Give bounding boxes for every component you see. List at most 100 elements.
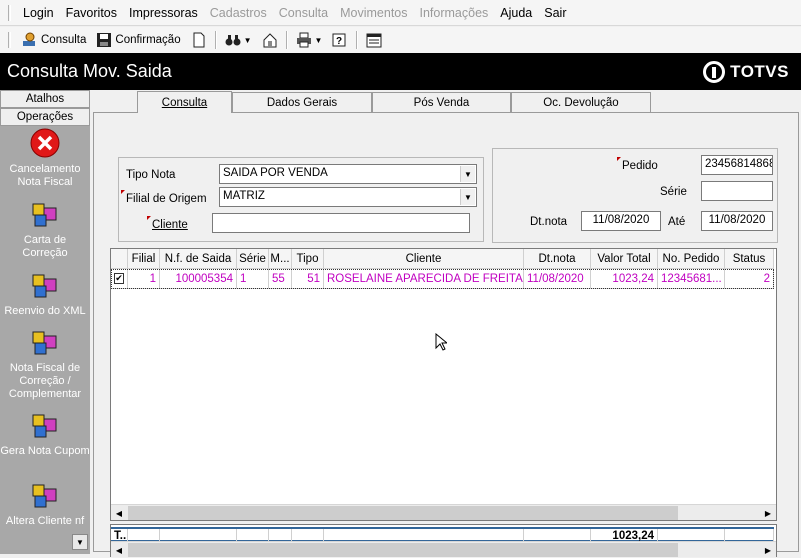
column-header-select[interactable] bbox=[111, 249, 128, 269]
sidebar-item-reenvio-xml[interactable]: Reenvio do XML bbox=[0, 269, 90, 326]
menu-movimentos[interactable]: Movimentos bbox=[334, 6, 413, 20]
column-header-m[interactable]: M... bbox=[269, 249, 292, 269]
menu-ajuda[interactable]: Ajuda bbox=[494, 6, 538, 20]
scroll-left-icon[interactable]: ◀ bbox=[111, 542, 127, 558]
main-area: Consulta Dados Gerais Pós Venda Oc. Devo… bbox=[93, 91, 801, 557]
calendar-icon bbox=[366, 32, 382, 48]
menu-grip bbox=[8, 4, 11, 21]
totvs-logo-icon bbox=[703, 60, 726, 83]
cliente-label: Cliente bbox=[147, 216, 188, 231]
puzzle-icon bbox=[29, 326, 61, 358]
confirmacao-label: Confirmação bbox=[115, 34, 181, 46]
grid-horizontal-scrollbar[interactable]: ◀ ▶ bbox=[111, 504, 776, 520]
help-icon: ? bbox=[332, 32, 348, 48]
tab-consulta[interactable]: Consulta bbox=[137, 91, 232, 113]
totvs-logo-text: TOTVS bbox=[730, 61, 789, 81]
cell-valor-total: 1023,24 bbox=[591, 269, 658, 289]
puzzle-icon bbox=[29, 269, 61, 301]
grid-header-row: Filial N.f. de Saida Série M... Tipo Cli… bbox=[111, 249, 774, 269]
confirmacao-button[interactable]: Confirmação bbox=[91, 29, 185, 51]
window-titlebar: Consulta Mov. Saida TOTVS bbox=[0, 53, 801, 90]
export-icon bbox=[262, 32, 278, 48]
sidebar-item-nota-correcao[interactable]: Nota Fiscal de Correção / Complementar bbox=[0, 326, 90, 409]
menu-favoritos[interactable]: Favoritos bbox=[60, 6, 123, 20]
column-header-no-pedido[interactable]: No. Pedido bbox=[658, 249, 725, 269]
operations-list: Cancelamento Nota Fiscal Carta de Correç… bbox=[0, 127, 90, 527]
menu-sair[interactable]: Sair bbox=[538, 6, 572, 20]
export-button[interactable] bbox=[257, 29, 283, 51]
menu-login[interactable]: Login bbox=[17, 6, 60, 20]
menu-consulta[interactable]: Consulta bbox=[273, 6, 334, 20]
binoculars-icon bbox=[225, 32, 241, 48]
cell-no-pedido: 12345681... bbox=[658, 269, 725, 289]
column-header-serie[interactable]: Série bbox=[237, 249, 269, 269]
puzzle-icon bbox=[29, 409, 61, 441]
column-header-valor-total[interactable]: Valor Total bbox=[591, 249, 658, 269]
sidebar-item-label: Reenvio do XML bbox=[4, 305, 86, 317]
column-header-nf-saida[interactable]: N.f. de Saida bbox=[160, 249, 237, 269]
cell-status: 2 bbox=[725, 269, 774, 289]
scroll-left-icon[interactable]: ◀ bbox=[111, 505, 127, 521]
dtnota-label: Dt.nota bbox=[530, 216, 568, 228]
scroll-right-icon[interactable]: ▶ bbox=[760, 505, 776, 521]
sidebar-item-carta-correcao[interactable]: Carta de Correção bbox=[0, 198, 90, 269]
chevron-down-icon: ▼ bbox=[314, 35, 323, 45]
sidebar-item-altera-cliente[interactable]: Altera Cliente nf bbox=[0, 479, 90, 527]
column-header-cliente[interactable]: Cliente bbox=[324, 249, 524, 269]
consulta-button[interactable]: Consulta bbox=[17, 29, 91, 51]
cell-nf-saida: 100005354 bbox=[160, 269, 237, 289]
column-header-tipo[interactable]: Tipo bbox=[292, 249, 324, 269]
cancel-icon bbox=[29, 127, 61, 159]
toolbar-separator bbox=[356, 31, 359, 49]
sidebar-item-label: Cancelamento Nota Fiscal bbox=[9, 163, 81, 188]
scroll-right-icon[interactable]: ▶ bbox=[760, 542, 776, 558]
dtnota-from-field[interactable]: 11/08/2020 bbox=[581, 211, 661, 231]
cell-cliente: ROSELAINE APARECIDA DE FREITAS bbox=[324, 269, 524, 289]
chevron-down-icon[interactable]: ▼ bbox=[460, 189, 475, 205]
dtnota-to-field[interactable]: 11/08/2020 bbox=[701, 211, 773, 231]
cliente-field[interactable] bbox=[212, 213, 470, 233]
find-button[interactable]: ▼ bbox=[220, 29, 257, 51]
menu-informacoes[interactable]: Informações bbox=[414, 6, 495, 20]
serie-field[interactable] bbox=[701, 181, 773, 201]
cell-tipo: 51 bbox=[292, 269, 324, 289]
column-header-dtnota[interactable]: Dt.nota bbox=[524, 249, 591, 269]
operacoes-header[interactable]: Operações bbox=[0, 108, 90, 126]
toolbar-separator bbox=[214, 31, 217, 49]
help-button[interactable]: ? bbox=[327, 29, 353, 51]
sidebar-item-cancelamento[interactable]: Cancelamento Nota Fiscal bbox=[0, 127, 90, 198]
tab-pos-venda[interactable]: Pós Venda bbox=[372, 92, 511, 112]
menu-cadastros[interactable]: Cadastros bbox=[204, 6, 273, 20]
totvs-logo: TOTVS bbox=[703, 60, 789, 83]
tipo-nota-label: Tipo Nota bbox=[126, 169, 176, 181]
totals-horizontal-scrollbar[interactable]: ◀ ▶ bbox=[111, 541, 776, 557]
scrollbar-thumb[interactable] bbox=[128, 506, 678, 520]
filial-origem-select[interactable]: MATRIZ ▼ bbox=[219, 187, 477, 207]
pedido-field[interactable]: 23456814868 bbox=[701, 155, 773, 175]
row-checkbox[interactable]: ✔ bbox=[111, 269, 128, 289]
tab-strip: Consulta Dados Gerais Pós Venda Oc. Devo… bbox=[93, 91, 801, 113]
menu-impressoras[interactable]: Impressoras bbox=[123, 6, 204, 20]
sidebar-scroll-down-button[interactable]: ▼ bbox=[72, 534, 88, 550]
filial-origem-label: Filial de Origem bbox=[121, 190, 207, 205]
tab-oc-devolucao[interactable]: Oc. Devolução bbox=[511, 92, 651, 112]
menu-bar: Login Favoritos Impressoras Cadastros Co… bbox=[0, 0, 801, 26]
tab-dados-gerais[interactable]: Dados Gerais bbox=[232, 92, 372, 112]
serie-label: Série bbox=[660, 186, 687, 198]
svg-text:?: ? bbox=[336, 36, 342, 47]
new-document-button[interactable] bbox=[186, 29, 212, 51]
print-button[interactable]: ▼ bbox=[291, 29, 328, 51]
column-header-status[interactable]: Status bbox=[725, 249, 774, 269]
mouse-cursor-icon bbox=[435, 332, 449, 354]
chevron-down-icon[interactable]: ▼ bbox=[460, 166, 475, 182]
document-icon bbox=[191, 32, 207, 48]
column-header-filial[interactable]: Filial bbox=[128, 249, 160, 269]
pedido-label: Pedido bbox=[617, 157, 658, 172]
calendar-button[interactable] bbox=[361, 29, 387, 51]
scrollbar-thumb[interactable] bbox=[128, 543, 678, 557]
tipo-nota-select[interactable]: SAIDA POR VENDA ▼ bbox=[219, 164, 477, 184]
table-row[interactable]: ✔ 1 100005354 1 55 51 ROSELAINE APARECID… bbox=[111, 269, 774, 289]
sidebar-item-gera-nota-cupom[interactable]: Gera Nota Cupom bbox=[0, 409, 90, 479]
toolbar-grip bbox=[8, 32, 11, 48]
atalhos-header[interactable]: Atalhos bbox=[0, 90, 90, 108]
